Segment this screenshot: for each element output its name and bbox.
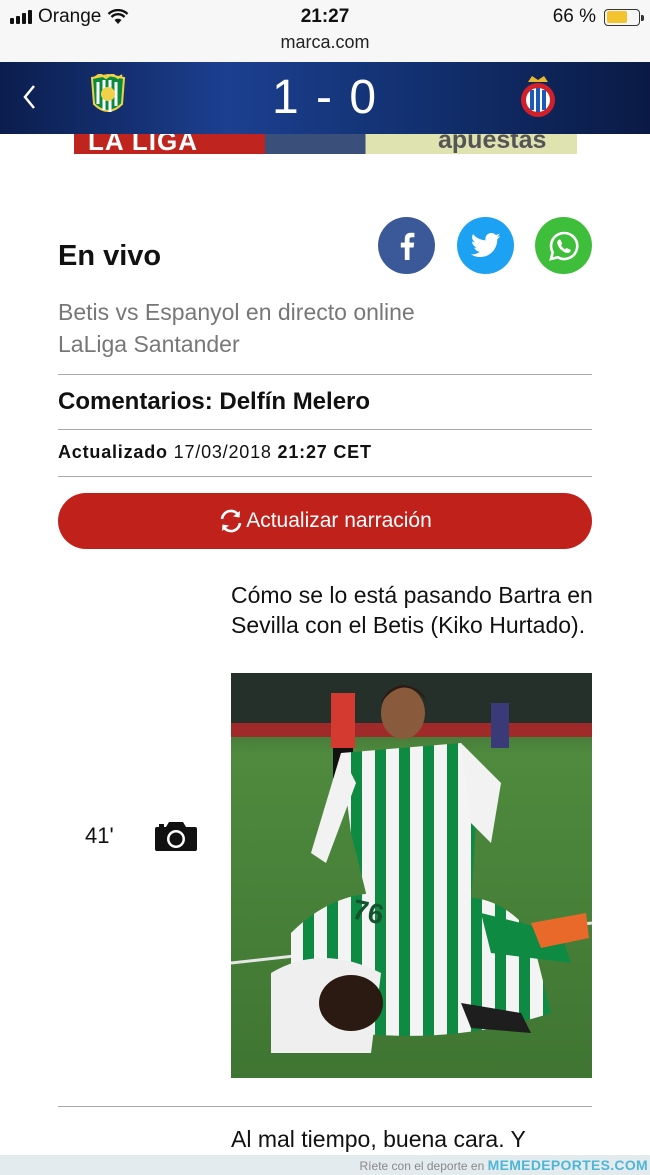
status-bar: Orange 21:27 marca.com 66 % (0, 0, 650, 62)
score-header: 1 - 0 (0, 62, 650, 134)
divider (58, 374, 592, 375)
updated-info: Actualizado 17/03/2018 21:27 CET (58, 442, 372, 463)
narration-text: Al mal tiempo, buena cara. Y (231, 1126, 526, 1152)
divider (58, 1106, 592, 1107)
battery-level (606, 11, 627, 23)
refresh-label: Actualizar narración (246, 509, 432, 532)
espanyol-crest-icon[interactable] (514, 74, 562, 120)
ad-text-left: LA LIGA (88, 134, 199, 154)
ad-banner[interactable]: LA LIGA apuestas (74, 134, 577, 154)
narration-minute: 41' (85, 823, 114, 848)
match-title-line2: LaLiga Santander (58, 331, 240, 357)
svg-text:76: 76 (350, 894, 387, 931)
celebration-photo[interactable]: 76 (231, 673, 592, 1078)
divider (58, 429, 592, 430)
updated-date: 17/03/2018 (173, 442, 272, 462)
updated-time: 21:27 CET (277, 442, 372, 462)
watermark-brand: MEMEDEPORTES.COM (487, 1157, 648, 1173)
refresh-icon (220, 509, 242, 533)
divider (58, 476, 592, 477)
updated-label: Actualizado (58, 442, 168, 462)
watermark-text: Ríete con el deporte en (359, 1159, 485, 1173)
url-bar[interactable]: marca.com (0, 32, 650, 53)
share-whatsapp-button[interactable] (535, 217, 592, 274)
back-button[interactable] (20, 82, 40, 112)
camera-icon (155, 822, 197, 851)
commentator: Comentarios: Delfín Melero (58, 388, 371, 415)
watermark: Ríete con el deporte en MEMEDEPORTES.COM (0, 1155, 650, 1175)
betis-crest-icon[interactable] (84, 74, 132, 120)
match-title: Betis vs Espanyol en directo online LaLi… (58, 296, 592, 360)
match-title-line1: Betis vs Espanyol en directo online (58, 299, 415, 325)
match-score: 1 - 0 (271, 71, 379, 124)
refresh-narration-button[interactable]: Actualizar narración (58, 493, 592, 549)
whatsapp-icon (548, 231, 579, 261)
ad-text-right: apuestas (438, 134, 547, 154)
twitter-icon (470, 233, 500, 257)
photo-image: 76 (231, 673, 592, 1078)
facebook-icon (400, 232, 414, 260)
share-facebook-button[interactable] (378, 217, 435, 274)
battery-icon (604, 8, 644, 26)
battery-group: 66 % (552, 6, 644, 28)
chevron-left-icon (23, 85, 35, 109)
battery-percent: 66 % (552, 6, 596, 27)
live-title: En vivo (58, 240, 162, 272)
share-twitter-button[interactable] (457, 217, 514, 274)
narration-text: Cómo se lo está pasando Bartra en Sevill… (231, 582, 593, 638)
